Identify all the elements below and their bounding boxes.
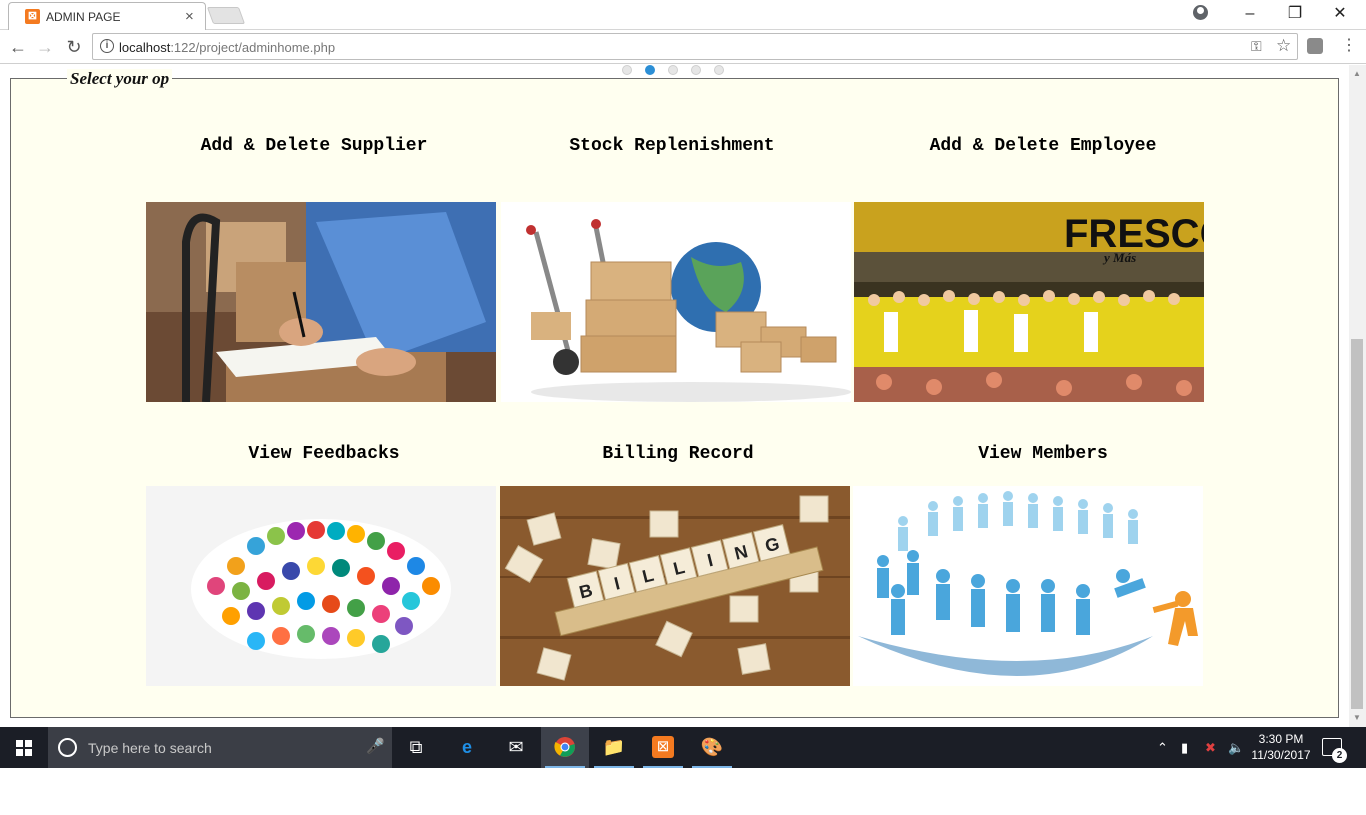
address-bar[interactable]: i localhost:122/project/adminhome.php ⚿ … bbox=[92, 33, 1298, 60]
profile-icon[interactable] bbox=[1193, 5, 1208, 20]
card-title-add-delete-employee[interactable]: Add & Delete Employee bbox=[868, 135, 1218, 158]
mail-icon[interactable]: ✉ bbox=[492, 727, 540, 768]
paint-icon[interactable]: 🎨 bbox=[688, 727, 736, 768]
page-viewport: Select your op Add & Delete Supplier Sto… bbox=[0, 65, 1366, 727]
browser-toolbar: ← → ↻ i localhost:122/project/adminhome.… bbox=[0, 30, 1366, 64]
minimize-button[interactable]: – bbox=[1230, 2, 1270, 26]
fresco-sign-sub: y Más bbox=[1102, 250, 1136, 265]
edge-icon[interactable]: e bbox=[443, 727, 491, 768]
url-text[interactable]: localhost:122/project/adminhome.php bbox=[119, 40, 335, 55]
slider-dot[interactable] bbox=[668, 65, 678, 75]
options-fieldset: Select your op Add & Delete Supplier Sto… bbox=[10, 69, 1339, 718]
fieldset-legend: Select your op bbox=[67, 69, 173, 89]
tray-chevron-icon[interactable]: ⌃ bbox=[1157, 727, 1168, 768]
vertical-scrollbar[interactable]: ▲ ▼ bbox=[1349, 65, 1366, 727]
info-icon[interactable]: i bbox=[100, 39, 114, 53]
tab-close-icon[interactable]: × bbox=[185, 8, 194, 25]
network-icon[interactable]: ✖ bbox=[1205, 727, 1216, 768]
slider-dot[interactable] bbox=[691, 65, 701, 75]
card-title-stock-replenishment[interactable]: Stock Replenishment bbox=[497, 135, 847, 158]
system-clock[interactable]: 3:30 PM 11/30/2017 bbox=[1248, 731, 1314, 763]
feedback-photo[interactable] bbox=[146, 486, 496, 686]
members-photo[interactable] bbox=[853, 486, 1203, 686]
search-placeholder[interactable]: Type here to search bbox=[88, 740, 212, 756]
windows-logo-icon bbox=[16, 740, 32, 756]
tab-strip: ⊠ ADMIN PAGE × – ❐ ✕ bbox=[0, 0, 1366, 30]
card-title-view-members[interactable]: View Members bbox=[868, 443, 1218, 466]
close-window-button[interactable]: ✕ bbox=[1320, 2, 1360, 26]
reload-button[interactable]: ↻ bbox=[62, 35, 86, 59]
forward-button[interactable]: → bbox=[33, 35, 57, 59]
xampp-favicon-icon: ⊠ bbox=[25, 9, 40, 24]
card-title-add-delete-supplier[interactable]: Add & Delete Supplier bbox=[139, 135, 489, 158]
microphone-icon[interactable]: 🎤 bbox=[366, 737, 385, 755]
slider-dot[interactable] bbox=[622, 65, 632, 75]
volume-icon[interactable]: 🔈 bbox=[1228, 727, 1244, 768]
url-host: localhost bbox=[119, 40, 171, 55]
extension-icon[interactable] bbox=[1307, 38, 1323, 54]
xampp-taskbar-icon[interactable]: ⊠ bbox=[639, 727, 687, 768]
chrome-taskbar-icon[interactable] bbox=[541, 727, 589, 768]
task-view-icon[interactable]: ⧉ bbox=[392, 727, 440, 768]
key-icon[interactable]: ⚿ bbox=[1251, 38, 1262, 55]
tab-title: ADMIN PAGE bbox=[46, 10, 121, 24]
start-button[interactable] bbox=[0, 727, 48, 768]
notification-badge: 2 bbox=[1332, 748, 1347, 763]
scroll-thumb[interactable] bbox=[1351, 339, 1363, 709]
taskbar-search[interactable]: Type here to search 🎤 bbox=[48, 727, 392, 768]
browser-tab[interactable]: ⊠ ADMIN PAGE × bbox=[8, 2, 206, 30]
slider-dot-active[interactable] bbox=[645, 65, 655, 75]
chrome-menu-icon[interactable]: ⋮ bbox=[1341, 35, 1357, 55]
bookmark-star-icon[interactable]: ☆ bbox=[1276, 36, 1291, 56]
battery-icon[interactable]: ▮ bbox=[1181, 727, 1188, 768]
slider-dot[interactable] bbox=[714, 65, 724, 75]
cortana-icon[interactable] bbox=[58, 738, 77, 757]
new-tab-button[interactable] bbox=[206, 7, 246, 24]
stock-photo[interactable] bbox=[501, 202, 851, 402]
clock-time: 3:30 PM bbox=[1258, 732, 1304, 746]
restore-button[interactable]: ❐ bbox=[1275, 2, 1315, 26]
back-button[interactable]: ← bbox=[6, 35, 30, 59]
card-title-billing-record[interactable]: Billing Record bbox=[503, 443, 853, 466]
url-path: :122/project/adminhome.php bbox=[170, 40, 336, 55]
scroll-down-icon[interactable]: ▼ bbox=[1353, 713, 1361, 722]
billing-photo[interactable]: B I L L I N G bbox=[500, 486, 850, 686]
card-title-view-feedbacks[interactable]: View Feedbacks bbox=[149, 443, 499, 466]
clock-date: 11/30/2017 bbox=[1251, 748, 1311, 762]
employee-photo[interactable]: FRESCO y Más bbox=[854, 202, 1204, 402]
scroll-up-icon[interactable]: ▲ bbox=[1353, 69, 1361, 78]
windows-taskbar: Type here to search 🎤 ⧉ e ✉ 📁 ⊠ 🎨 ⌃ ▮ ✖ … bbox=[0, 727, 1366, 768]
supplier-photo[interactable] bbox=[146, 202, 496, 402]
file-explorer-icon[interactable]: 📁 bbox=[590, 727, 638, 768]
